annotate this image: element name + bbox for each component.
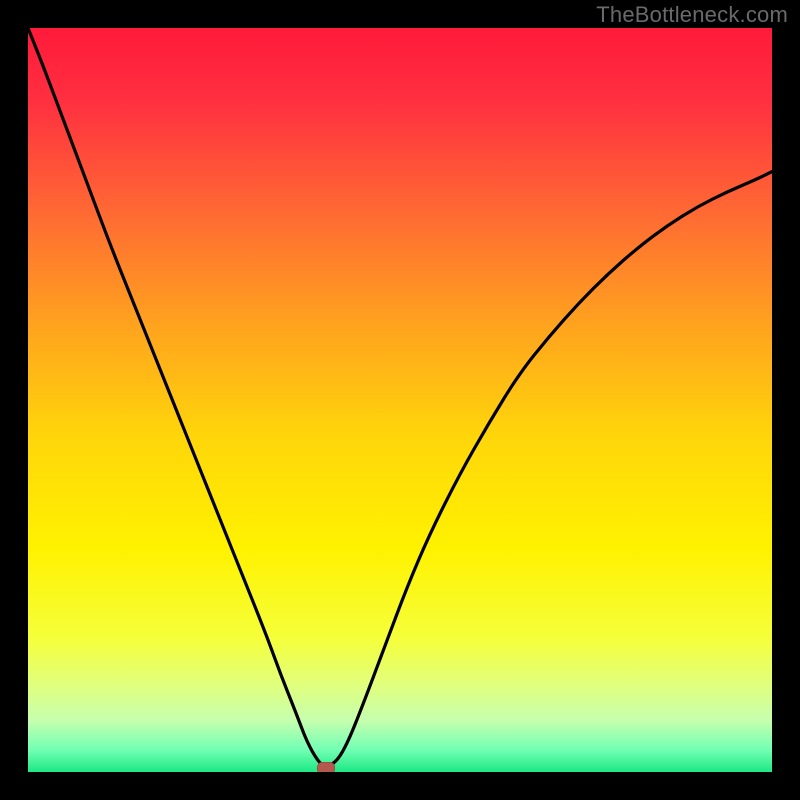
bottleneck-curve [28, 28, 772, 772]
bottleneck-marker [317, 762, 335, 772]
chart-frame: TheBottleneck.com [0, 0, 800, 800]
watermark-text: TheBottleneck.com [596, 2, 788, 28]
plot-area [28, 28, 772, 772]
